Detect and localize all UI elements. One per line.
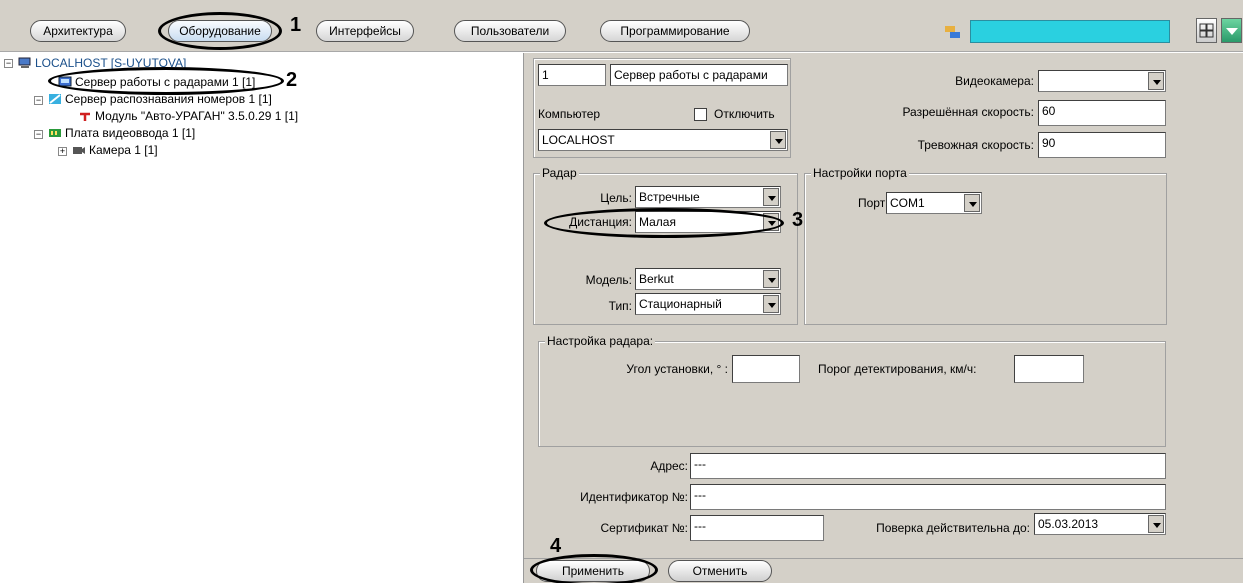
collapse-toggle[interactable]: −	[4, 59, 13, 68]
callout-3: 3	[792, 209, 804, 231]
tab-programming[interactable]: Программирование	[600, 20, 750, 42]
tree-item-camera[interactable]: Камера 1 [1]	[72, 142, 158, 158]
object-tree: − LOCALHOST [S-UYUTOVA] Сервер работы с …	[0, 53, 524, 583]
tab-users[interactable]: Пользователи	[454, 20, 566, 42]
object-name-field[interactable]: Сервер работы с радарами	[610, 64, 788, 86]
camera-icon	[73, 147, 85, 154]
port-select[interactable]: COM1	[886, 192, 982, 214]
tree-item-module[interactable]: Модуль "Авто-УРАГАН" 3.5.0.29 1 [1]	[78, 108, 298, 124]
collapse-toggle[interactable]: −	[34, 130, 43, 139]
target-label: Цель:	[600, 191, 632, 205]
radar-group-title: Радар	[540, 166, 579, 180]
tab-interfaces[interactable]: Интерфейсы	[316, 20, 414, 42]
tab-architecture[interactable]: Архитектура	[30, 20, 126, 42]
search-field[interactable]	[970, 20, 1170, 43]
target-value: Встречные	[639, 190, 700, 204]
verification-label: Поверка действительна до:	[876, 521, 1030, 535]
callout-circle-3	[544, 208, 784, 238]
model-label: Модель:	[585, 273, 632, 287]
camera-select[interactable]	[1038, 70, 1166, 92]
identifier-field[interactable]: ---	[690, 484, 1166, 510]
action-bar: Применить Отменить	[524, 554, 1243, 583]
type-label: Тип:	[608, 299, 632, 313]
expand-toggle[interactable]: +	[58, 147, 67, 156]
chevron-down-icon	[1226, 28, 1238, 35]
board-icon	[49, 129, 61, 137]
dropdown-arrow-icon	[1148, 72, 1164, 90]
angle-label: Угол установки, ° :	[626, 362, 728, 376]
certificate-label: Сертификат №:	[600, 521, 689, 535]
layout-grid-button[interactable]	[1196, 18, 1217, 43]
threshold-label: Порог детектирования, км/ч:	[818, 362, 977, 376]
verification-date-value: 05.03.2013	[1038, 517, 1099, 531]
tree-item-camera-label: Камера 1 [1]	[89, 143, 158, 157]
model-value: Berkut	[639, 272, 674, 286]
port-value: COM1	[890, 196, 925, 210]
identifier-label: Идентификатор №:	[580, 490, 688, 504]
allowed-speed-label: Разрешённая скорость:	[902, 105, 1034, 119]
type-value: Стационарный	[639, 297, 722, 311]
dropdown-arrow-icon	[763, 270, 779, 288]
disable-label: Отключить	[714, 107, 775, 121]
model-select[interactable]: Berkut	[635, 268, 781, 290]
user-group-icon[interactable]	[944, 24, 962, 40]
callout-2: 2	[286, 69, 298, 91]
address-label: Адрес:	[650, 459, 688, 473]
alarm-speed-field[interactable]: 90	[1038, 132, 1166, 158]
port-settings-title: Настройки порта	[811, 166, 909, 180]
tree-item-lpr-server[interactable]: Сервер распознавания номеров 1 [1]	[48, 91, 272, 107]
tree-item-module-label: Модуль "Авто-УРАГАН" 3.5.0.29 1 [1]	[95, 109, 299, 123]
computer-value: LOCALHOST	[542, 133, 615, 147]
verification-date-select[interactable]: 05.03.2013	[1034, 513, 1166, 535]
certificate-field[interactable]: ---	[690, 515, 824, 541]
dropdown-arrow-icon	[1148, 515, 1164, 533]
callout-4: 4	[550, 535, 562, 557]
tree-item-capture-board[interactable]: Плата видеоввода 1 [1]	[48, 125, 195, 141]
angle-field[interactable]	[732, 355, 800, 383]
disable-checkbox[interactable]	[694, 108, 707, 121]
type-select[interactable]: Стационарный	[635, 293, 781, 315]
settings-panel: 1 Сервер работы с радарами Компьютер Отк…	[524, 53, 1243, 583]
callout-circle-1	[158, 12, 282, 50]
port-label: Порт	[858, 196, 886, 210]
tree-item-lpr-server-label: Сервер распознавания номеров 1 [1]	[65, 92, 272, 106]
cancel-button[interactable]: Отменить	[668, 560, 772, 582]
grid-icon	[1199, 23, 1214, 38]
target-select[interactable]: Встречные	[635, 186, 781, 208]
computer-label: Компьютер	[538, 107, 601, 121]
dropdown-arrow-icon	[763, 295, 779, 313]
dropdown-arrow-icon	[763, 188, 779, 206]
object-id-field[interactable]: 1	[538, 64, 606, 86]
dropdown-arrow-icon	[964, 194, 980, 212]
collapse-toggle[interactable]: −	[34, 96, 43, 105]
tree-item-capture-board-label: Плата видеоввода 1 [1]	[65, 126, 196, 140]
dropdown-arrow-icon	[770, 131, 786, 149]
expand-menu-button[interactable]	[1221, 18, 1242, 43]
threshold-field[interactable]	[1014, 355, 1084, 383]
address-field[interactable]: ---	[690, 453, 1166, 479]
computer-select[interactable]: LOCALHOST	[538, 129, 788, 151]
computer-icon	[18, 57, 31, 68]
callout-circle-4	[530, 554, 658, 583]
alarm-speed-label: Тревожная скорость:	[917, 138, 1034, 152]
radar-settings-title: Настройка радара:	[545, 334, 656, 348]
allowed-speed-field[interactable]: 60	[1038, 100, 1166, 126]
module-icon	[80, 112, 90, 121]
lpr-icon	[49, 94, 61, 104]
main-tab-bar: Архитектура Оборудование 1 Интерфейсы По…	[0, 0, 1243, 52]
callout-1: 1	[290, 14, 302, 36]
camera-label: Видеокамера:	[955, 74, 1034, 88]
